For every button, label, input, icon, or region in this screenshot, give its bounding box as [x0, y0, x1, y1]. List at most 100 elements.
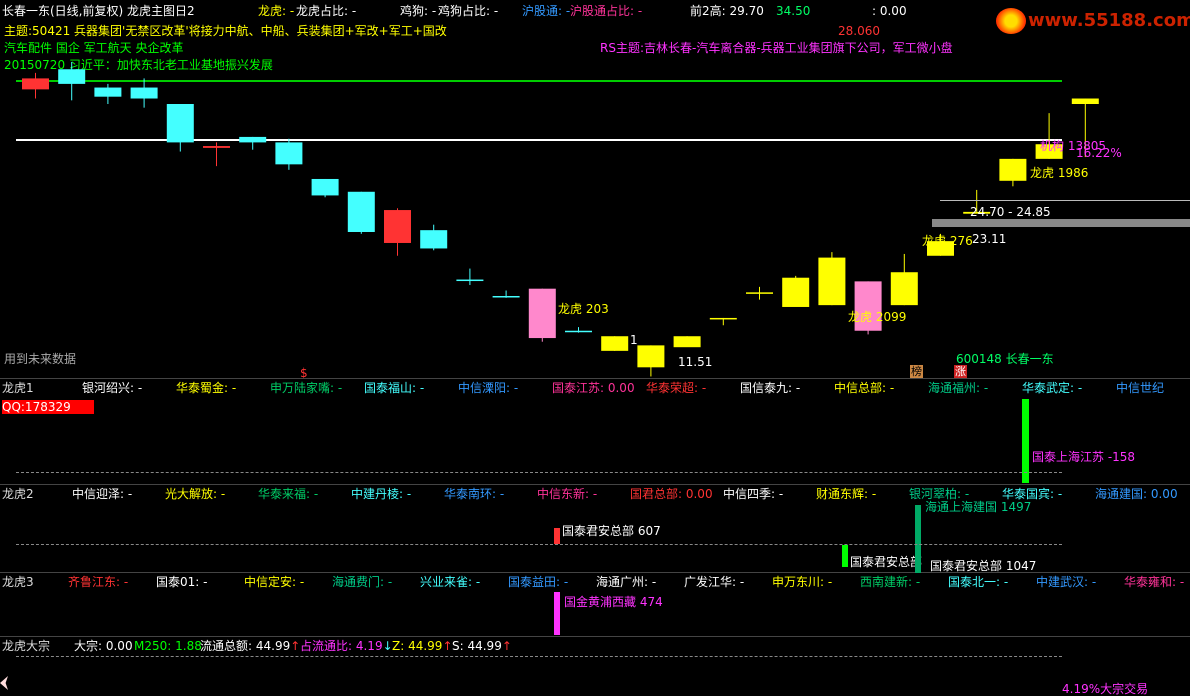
candlestick-chart: [16, 61, 1099, 377]
panel1-baseline: [16, 472, 1062, 473]
range-line: [940, 200, 1190, 201]
lh-label-2099: 龙虎 2099: [848, 310, 907, 324]
panel-item: 财通东辉: -: [816, 487, 877, 501]
panel-item: 西南建新: -: [860, 575, 921, 589]
candle-body: [58, 69, 86, 84]
panel-item: 光大解放: -: [165, 487, 226, 501]
candle-body: [130, 87, 158, 99]
lh-label-2311: 23.11: [972, 232, 1007, 246]
panel2-bar-label-4: 海通上海建国 1497: [925, 500, 1032, 514]
candle-body: [166, 104, 194, 143]
panel1-label: 龙虎1: [2, 381, 34, 395]
separator-1: [0, 378, 1190, 379]
panel-item: 国泰01: -: [156, 575, 208, 589]
panel-item: 华泰蜀金: -: [176, 381, 237, 395]
panel4-baseline: [16, 656, 1062, 657]
panel-item: 华泰武定: -: [1022, 381, 1083, 395]
candle-body: [311, 178, 339, 196]
panel2-label: 龙虎2: [2, 487, 34, 501]
panel2-bar-label-3: 国泰君安总部 1047: [930, 559, 1037, 573]
panel-item: 中信东新: -: [537, 487, 598, 501]
panel2-bar-1: [554, 528, 560, 544]
panel-item: 国君总部: 0.00: [630, 487, 713, 501]
lh-label-276: 龙虎 276: [922, 234, 973, 248]
panel-item: 海通费门: -: [332, 575, 393, 589]
jigou-pct-label: 16.22%: [1076, 146, 1122, 160]
separator-4: [0, 636, 1190, 637]
panel2-baseline: [16, 544, 1062, 545]
panel-item: 海通广州: -: [596, 575, 657, 589]
panel-item: 广发江华: -: [684, 575, 745, 589]
panel3-bar-label: 国金黄浦西藏 474: [564, 595, 663, 609]
panel-item: 中信总部: -: [834, 381, 895, 395]
panel-item: 国泰益田: -: [508, 575, 569, 589]
s-readout: S: 44.99↑: [452, 639, 512, 653]
panel-item: 申万陆家嘴: -: [270, 381, 343, 395]
candle-body: [22, 78, 49, 90]
candle-body: [275, 142, 303, 165]
z-readout: Z: 44.99↑: [392, 639, 453, 653]
panel1-bar: [1022, 399, 1029, 483]
candle-body: [999, 158, 1027, 181]
candle-body: [565, 330, 592, 333]
panel-item: 中信定安: -: [244, 575, 305, 589]
panel-item: 中建丹棱: -: [351, 487, 412, 501]
candle-body: [782, 277, 810, 307]
panel-item: 齐鲁江东: -: [68, 575, 129, 589]
panel-item: 华泰来福: -: [258, 487, 319, 501]
candle-body: [456, 279, 484, 282]
panel-item: 中建武汉: -: [1036, 575, 1097, 589]
dazong-readout: 大宗: 0.00: [74, 639, 133, 653]
candle-body: [420, 230, 448, 249]
panel-item: 中信溧阳: -: [458, 381, 519, 395]
panel-item: 国泰福山: -: [364, 381, 425, 395]
panel-item: 国泰北一: -: [948, 575, 1009, 589]
lh-label-1986: 龙虎 1986: [1030, 166, 1089, 180]
panel-item: 华泰国宾: -: [1002, 487, 1063, 501]
panel-item: 海通建国: 0.00: [1095, 487, 1178, 501]
panel-item: 国信泰九: -: [740, 381, 801, 395]
panel2-bar-2: [842, 545, 848, 567]
ltzj-readout: 流通总额: 44.99↑: [200, 639, 301, 653]
panel-item: 申万东川: -: [772, 575, 833, 589]
panel-item: 中信迎泽: -: [72, 487, 133, 501]
panel3-label: 龙虎3: [2, 575, 34, 589]
panel4-label: 龙虎大宗: [2, 639, 51, 653]
panel-item: 银河绍兴: -: [82, 381, 143, 395]
panel2-bar-3: [915, 505, 921, 573]
panel1-bar-label: 国泰上海江苏 -158: [1032, 450, 1136, 464]
candle-body: [203, 146, 230, 148]
candle-body: [746, 292, 773, 294]
candle-body: [528, 288, 556, 339]
qq-badge: QQ:178329: [2, 400, 94, 414]
range-label: 24.70 - 24.85: [970, 205, 1051, 219]
range-bar: [932, 219, 1190, 227]
low-price-label: 11.51: [678, 355, 713, 369]
candle-body: [709, 317, 737, 320]
candle-body: [347, 191, 375, 232]
candle-body: [890, 272, 918, 306]
candle-body: [637, 345, 665, 368]
panel-item: 华泰雍和: -: [1124, 575, 1185, 589]
panel2-bar-label-2: 国泰君安总部: [850, 555, 923, 569]
panel-item: 海通福州: -: [928, 381, 989, 395]
lh-label-203: 龙虎 203: [558, 302, 609, 316]
separator-2: [0, 484, 1190, 485]
panel-item: 兴业来雀: -: [420, 575, 481, 589]
candle-body: [94, 87, 122, 97]
panel-item: 国泰江苏: 0.00: [552, 381, 635, 395]
candle-body: [601, 336, 629, 351]
panel3-bar: [554, 592, 560, 635]
candle-body: [818, 257, 846, 306]
panel-item: 银河翠柏: -: [909, 487, 970, 501]
panel-item: 华泰南环: -: [444, 487, 505, 501]
arrow-icon: [0, 676, 8, 690]
m250-readout: M250: 1.88: [134, 639, 202, 653]
candle-body: [239, 136, 267, 143]
panel2-bar-label-1: 国泰君安总部 607: [562, 524, 661, 538]
candle-body: [384, 210, 411, 243]
panel-item: 中信四季: -: [723, 487, 784, 501]
low-left-label: 1: [630, 333, 638, 347]
candle-body: [673, 336, 701, 348]
panel-item: 中信世纪: [1116, 381, 1165, 395]
